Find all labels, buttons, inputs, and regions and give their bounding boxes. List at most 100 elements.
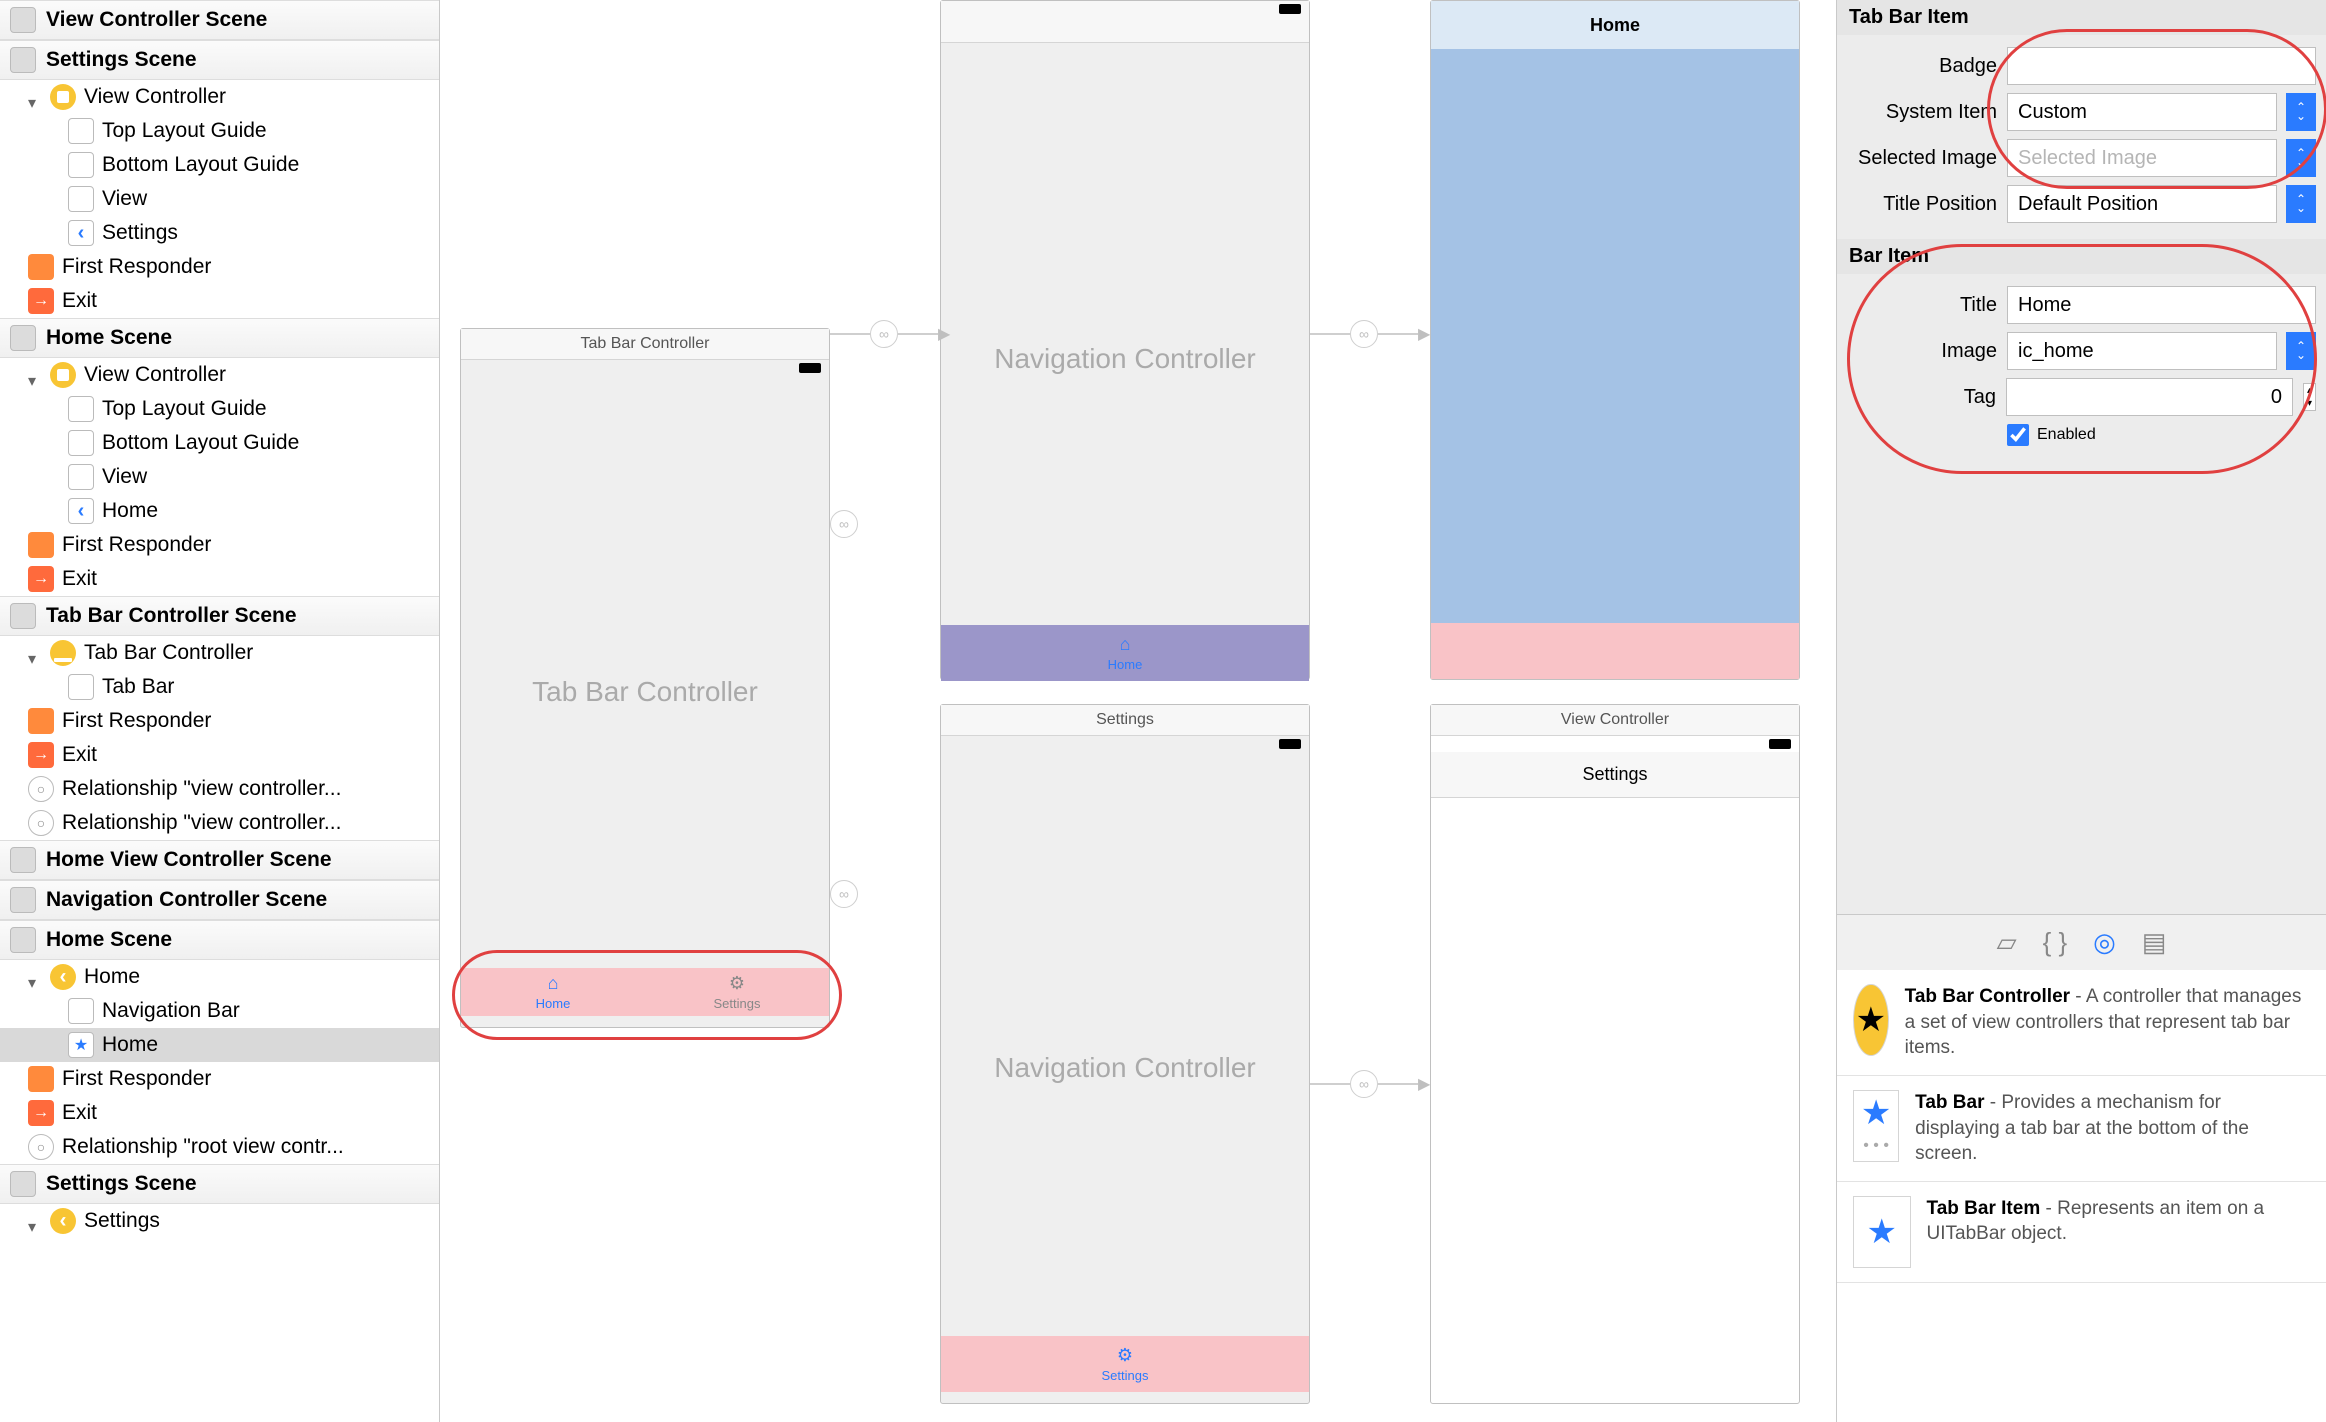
scene-header-home[interactable]: Home Scene: [0, 318, 439, 358]
outline-item[interactable]: Tab Bar: [0, 670, 439, 704]
outline-item-selected[interactable]: Home: [0, 1028, 439, 1062]
outline-item-relationship[interactable]: Relationship "root view contr...: [0, 1130, 439, 1164]
object-library[interactable]: ★ Tab Bar Controller - A controller that…: [1837, 970, 2326, 1422]
tab-item-settings[interactable]: ⚙ Settings: [645, 968, 829, 1016]
scene-header-home-nav[interactable]: Home Scene: [0, 920, 439, 960]
selected-image-dropdown[interactable]: Selected Image: [2007, 139, 2277, 177]
dropdown-arrows-icon[interactable]: [2286, 332, 2316, 370]
label: Tab Bar Controller: [84, 641, 253, 665]
viewcontroller-icon: [50, 362, 76, 388]
tabbar-icon: [68, 674, 94, 700]
disclosure-triangle-icon[interactable]: [28, 1214, 42, 1228]
tab-label: Settings: [1102, 1368, 1149, 1383]
library-item-tabbaritem[interactable]: ★ Tab Bar Item - Represents an item on a…: [1837, 1182, 2326, 1283]
storyboard-scene-icon: [10, 1171, 36, 1197]
outline-item-first-responder[interactable]: First Responder: [0, 1062, 439, 1096]
field-tag: Tag ▴▾: [1847, 378, 2316, 416]
scene-tabbarcontroller[interactable]: Tab Bar Controller Tab Bar Controller ⌂ …: [460, 328, 830, 1028]
outline-item-navcontroller[interactable]: Settings: [0, 1204, 439, 1238]
object-library-icon[interactable]: ◎: [2093, 927, 2116, 958]
disclosure-triangle-icon[interactable]: [28, 368, 42, 382]
segue-arrow[interactable]: ∞: [830, 320, 950, 348]
scene-navcontroller-settings[interactable]: Settings Navigation Controller ⚙ Setting…: [940, 704, 1310, 1404]
layout-guide-icon: [68, 118, 94, 144]
scene-header-settings-nav[interactable]: Settings Scene: [0, 1164, 439, 1204]
stepper-up-icon: ▴: [2304, 384, 2315, 397]
title-position-dropdown[interactable]: Default Position: [2007, 185, 2277, 223]
label: First Responder: [62, 709, 211, 733]
scene-header-navcontroller[interactable]: Navigation Controller Scene: [0, 880, 439, 920]
library-item-tabbar[interactable]: ★• • • Tab Bar - Provides a mechanism fo…: [1837, 1076, 2326, 1182]
disclosure-triangle-icon[interactable]: [28, 646, 42, 660]
field-image: Image ic_home: [1847, 332, 2316, 370]
field-label: System Item: [1847, 101, 1997, 124]
field-label: Selected Image: [1847, 147, 1997, 170]
media-library-icon[interactable]: ▤: [2142, 927, 2167, 958]
dropdown-arrows-icon[interactable]: [2286, 93, 2316, 131]
file-template-library-icon[interactable]: ▱: [1997, 927, 2017, 958]
outline-item[interactable]: Bottom Layout Guide: [0, 426, 439, 460]
outline-item-navcontroller[interactable]: Home: [0, 960, 439, 994]
outline-item[interactable]: View: [0, 182, 439, 216]
scene-header-viewcontroller[interactable]: View Controller Scene: [0, 0, 439, 40]
label: Exit: [62, 743, 97, 767]
segue-arrow[interactable]: ∞: [1310, 1070, 1430, 1098]
interface-builder-canvas[interactable]: Tab Bar Controller Tab Bar Controller ⌂ …: [440, 0, 1836, 1422]
outline-item-first-responder[interactable]: First Responder: [0, 528, 439, 562]
outline-item-exit[interactable]: Exit: [0, 738, 439, 772]
outline-item-exit[interactable]: Exit: [0, 1096, 439, 1130]
tab-item-home[interactable]: ⌂ Home: [461, 968, 645, 1016]
tabbar-icon: ★• • •: [1853, 1090, 1899, 1162]
outline-item-tabbarcontroller[interactable]: Tab Bar Controller: [0, 636, 439, 670]
outline-item[interactable]: Navigation Bar: [0, 994, 439, 1028]
dropdown-arrows-icon[interactable]: [2286, 139, 2316, 177]
outline-item-viewcontroller[interactable]: View Controller: [0, 80, 439, 114]
dropdown-arrows-icon[interactable]: [2286, 185, 2316, 223]
outline-item-first-responder[interactable]: First Responder: [0, 704, 439, 738]
outline-item-viewcontroller[interactable]: View Controller: [0, 358, 439, 392]
library-filter-bar: ▱ { } ◎ ▤: [1837, 914, 2326, 970]
outline-item[interactable]: Home: [0, 494, 439, 528]
outline-item-relationship[interactable]: Relationship "view controller...: [0, 772, 439, 806]
scene-home-vc[interactable]: Home: [1430, 0, 1800, 680]
badge-input[interactable]: [2007, 47, 2316, 85]
outline-item-relationship[interactable]: Relationship "view controller...: [0, 806, 439, 840]
first-responder-icon: [28, 532, 54, 558]
scene-settings-vc[interactable]: View Controller Settings: [1430, 704, 1800, 1404]
tab-item-settings[interactable]: ⚙ Settings: [941, 1336, 1309, 1392]
outline-item-exit[interactable]: Exit: [0, 284, 439, 318]
tag-stepper[interactable]: ▴▾: [2303, 383, 2316, 411]
outline-item[interactable]: Settings: [0, 216, 439, 250]
tab-bar[interactable]: ⚙ Settings: [941, 1336, 1309, 1392]
scene-header-tabbarcontroller[interactable]: Tab Bar Controller Scene: [0, 596, 439, 636]
tab-label: Home: [536, 996, 571, 1011]
outline-item-first-responder[interactable]: First Responder: [0, 250, 439, 284]
tag-input[interactable]: [2006, 378, 2293, 416]
title-input[interactable]: [2007, 286, 2316, 324]
segue-arrow[interactable]: ∞: [830, 510, 858, 538]
tab-bar[interactable]: ⌂ Home ⚙ Settings: [461, 968, 829, 1016]
outline-item-exit[interactable]: Exit: [0, 562, 439, 596]
lib-title: Tab Bar: [1915, 1092, 1984, 1113]
nav-item-icon: [68, 498, 94, 524]
scene-navcontroller-home[interactable]: Navigation Controller ⌂ Home: [940, 0, 1310, 680]
outline-item[interactable]: Top Layout Guide: [0, 392, 439, 426]
tab-bar[interactable]: ⌂ Home: [941, 625, 1309, 681]
outline-item[interactable]: Bottom Layout Guide: [0, 148, 439, 182]
disclosure-triangle-icon[interactable]: [28, 970, 42, 984]
image-dropdown[interactable]: ic_home: [2007, 332, 2277, 370]
code-snippet-library-icon[interactable]: { }: [2043, 927, 2068, 958]
library-item-tabbarcontroller[interactable]: ★ Tab Bar Controller - A controller that…: [1837, 970, 2326, 1076]
segue-arrow[interactable]: ∞: [1310, 320, 1430, 348]
label: Exit: [62, 567, 97, 591]
system-item-dropdown[interactable]: Custom: [2007, 93, 2277, 131]
tab-item-home[interactable]: ⌂ Home: [941, 625, 1309, 681]
outline-item[interactable]: View: [0, 460, 439, 494]
scene-header-homevc[interactable]: Home View Controller Scene: [0, 840, 439, 880]
scene-header-settings[interactable]: Settings Scene: [0, 40, 439, 80]
outline-item[interactable]: Top Layout Guide: [0, 114, 439, 148]
segue-arrow[interactable]: ∞: [830, 880, 858, 908]
disclosure-triangle-icon[interactable]: [28, 90, 42, 104]
enabled-checkbox[interactable]: [2007, 424, 2029, 446]
status-bar: [461, 360, 829, 376]
